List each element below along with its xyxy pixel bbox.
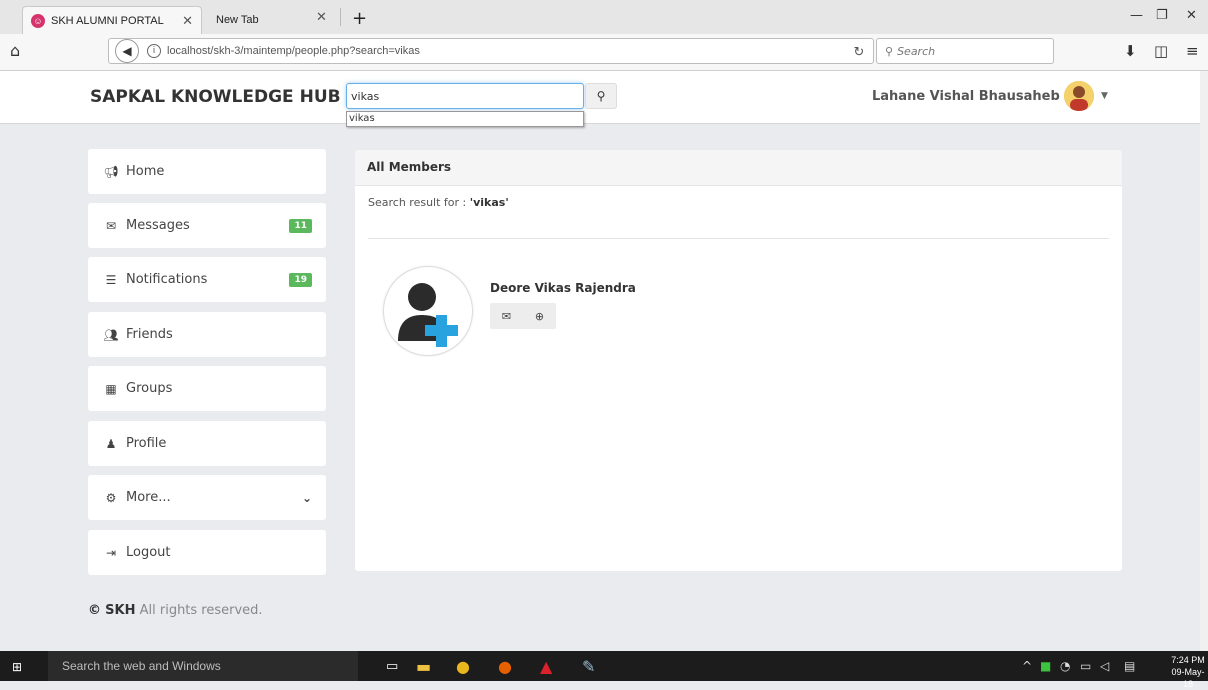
sidebar-toggle-icon[interactable]: ◫ — [1154, 42, 1168, 60]
clock-time: 7:24 PM — [1171, 655, 1205, 665]
gear-icon: ⚙ — [105, 490, 117, 505]
result-prefix: Search result for : — [368, 196, 470, 209]
tray-chevron-up-icon[interactable]: ^ — [1022, 659, 1032, 673]
paint-icon[interactable]: ✎ — [582, 657, 595, 676]
file-explorer-icon[interactable]: ▬ — [416, 657, 431, 676]
info-icon[interactable]: i — [147, 44, 161, 58]
site-header: SAPKAL KNOWLEDGE HUB ⚲ vikas Lahane Vish… — [0, 71, 1200, 127]
back-arrow-icon[interactable]: ◀ — [115, 39, 139, 63]
member-avatar[interactable] — [383, 266, 473, 356]
footer-copyright: © SKH All rights reserved. — [88, 603, 263, 618]
copyright-symbol: © — [88, 603, 101, 618]
sidebar-item-messages[interactable]: ✉ Messages 11 — [88, 203, 326, 248]
home-icon[interactable]: ⌂ — [10, 41, 20, 60]
member-actions: ✉ ⊕ — [490, 303, 556, 329]
avatar[interactable] — [1064, 81, 1094, 111]
wifi-icon[interactable]: ◔ — [1060, 659, 1070, 673]
windows-start-icon[interactable]: ⊞ — [12, 660, 22, 674]
new-tab-button[interactable]: + — [352, 8, 367, 29]
tray-app-icon[interactable]: ■ — [1040, 659, 1051, 673]
add-user-icon — [398, 283, 458, 347]
sidebar-item-label: Logout — [126, 545, 171, 560]
user-avatar-icon — [1064, 81, 1094, 111]
search-icon: ⚲ — [885, 44, 894, 58]
page-scrollbar[interactable] — [1200, 71, 1208, 651]
envelope-icon: ✉ — [105, 218, 117, 233]
sidebar-item-more[interactable]: ⚙ More... ⌄ — [88, 475, 326, 520]
clock-date: 09-May-18 — [1171, 667, 1205, 689]
sidebar-item-label: Groups — [126, 381, 173, 396]
search-input[interactable] — [346, 83, 584, 109]
sidebar-item-friends[interactable]: 👥︎ Friends — [88, 312, 326, 357]
close-icon[interactable]: ✕ — [316, 10, 327, 25]
taskbar-search-box[interactable]: Search the web and Windows — [48, 651, 358, 681]
footer-text: All rights reserved. — [139, 603, 263, 618]
sidebar-item-home[interactable]: 📢︎ Home — [88, 149, 326, 194]
users-icon: 👥︎ — [103, 327, 119, 342]
logout-icon: ⇥ — [105, 545, 117, 560]
url-text: localhost/skh-3/maintemp/people.php?sear… — [167, 45, 420, 57]
notifications-count-badge: 19 — [289, 272, 312, 287]
battery-icon[interactable]: ▭ — [1080, 659, 1091, 673]
user-name[interactable]: Lahane Vishal Bhausaheb — [872, 89, 1060, 104]
volume-icon[interactable]: ◁ — [1100, 659, 1109, 673]
menu-icon[interactable]: ≡ — [1186, 42, 1199, 60]
divider — [368, 238, 1109, 239]
browser-search-placeholder: Search — [897, 44, 936, 58]
envelope-icon[interactable]: ✉ — [502, 310, 511, 323]
tab-divider — [340, 8, 341, 26]
search-icon: ⚲ — [596, 89, 606, 103]
browser-search-field[interactable]: ⚲ Search — [876, 38, 1054, 64]
sidebar-item-label: Notifications — [126, 272, 208, 287]
megaphone-icon: 📢︎ — [103, 164, 119, 179]
sidebar-item-notifications[interactable]: ☰ Notifications 19 — [88, 257, 326, 302]
tab-label: SKH ALUMNI PORTAL — [51, 14, 164, 27]
member-name[interactable]: Deore Vikas Rajendra — [490, 281, 636, 295]
sidebar-item-groups[interactable]: ▦ Groups — [88, 366, 326, 411]
firefox-icon[interactable]: ● — [498, 657, 512, 676]
panel-title: All Members — [355, 150, 1122, 186]
sidebar-item-label: Friends — [126, 327, 173, 342]
download-icon[interactable]: ⬇ — [1124, 42, 1137, 60]
result-query: 'vikas' — [469, 196, 509, 209]
sidebar-item-label: Profile — [126, 436, 167, 451]
autocomplete-suggestion[interactable]: vikas — [346, 111, 584, 127]
reload-icon[interactable]: ↻ — [848, 40, 870, 64]
chevron-down-icon: ⌄ — [301, 490, 312, 505]
acrobat-icon[interactable]: ▲ — [540, 657, 552, 676]
url-bar[interactable]: ◀ i localhost/skh-3/maintemp/people.php?… — [108, 38, 874, 64]
close-icon[interactable]: ✕ — [182, 13, 193, 29]
sidebar-item-label: Messages — [126, 218, 190, 233]
taskbar-clock[interactable]: 7:24 PM 09-May-18 — [1168, 654, 1208, 690]
minimize-icon[interactable]: — — [1130, 8, 1143, 23]
task-view-icon[interactable]: ▭ — [386, 659, 398, 674]
notification-center-icon[interactable]: ▤ — [1124, 659, 1135, 673]
footer-brand: SKH — [105, 603, 136, 618]
sidebar-item-label: Home — [126, 164, 165, 179]
grid-icon: ▦ — [105, 381, 117, 396]
sidebar-item-logout[interactable]: ⇥ Logout — [88, 530, 326, 575]
close-window-icon[interactable]: ✕ — [1186, 8, 1197, 23]
search-result-text: Search result for : 'vikas' — [368, 196, 509, 209]
windows-taskbar: ⊞ Search the web and Windows ▭ ▬ ● ● ▲ ✎… — [0, 651, 1208, 689]
add-friend-icon[interactable]: ⊕ — [535, 310, 544, 323]
search-button[interactable]: ⚲ — [585, 83, 617, 109]
list-icon: ☰ — [105, 272, 117, 287]
restore-icon[interactable]: ❐ — [1156, 8, 1168, 23]
site-brand[interactable]: SAPKAL KNOWLEDGE HUB — [90, 87, 341, 107]
sidebar-item-profile[interactable]: ♟ Profile — [88, 421, 326, 466]
browser-nav-bar: ⌂ ◀ i localhost/skh-3/maintemp/people.ph… — [0, 34, 1208, 71]
chevron-down-icon[interactable]: ▼ — [1101, 91, 1108, 101]
tab-label: New Tab — [216, 14, 259, 26]
chrome-icon[interactable]: ● — [456, 657, 470, 676]
browser-tab-strip: ☺ SKH ALUMNI PORTAL ✕ New Tab ✕ + — ❐ ✕ — [0, 0, 1208, 34]
user-icon: ♟ — [105, 436, 117, 451]
tab-skh-alumni-portal[interactable]: ☺ SKH ALUMNI PORTAL ✕ — [22, 6, 202, 34]
tab-new-tab[interactable]: New Tab — [202, 6, 352, 34]
portal-favicon-icon: ☺ — [31, 13, 45, 28]
members-panel: All Members Search result for : 'vikas' … — [355, 150, 1122, 571]
messages-count-badge: 11 — [289, 218, 312, 233]
sidebar-item-label: More... — [126, 490, 171, 505]
